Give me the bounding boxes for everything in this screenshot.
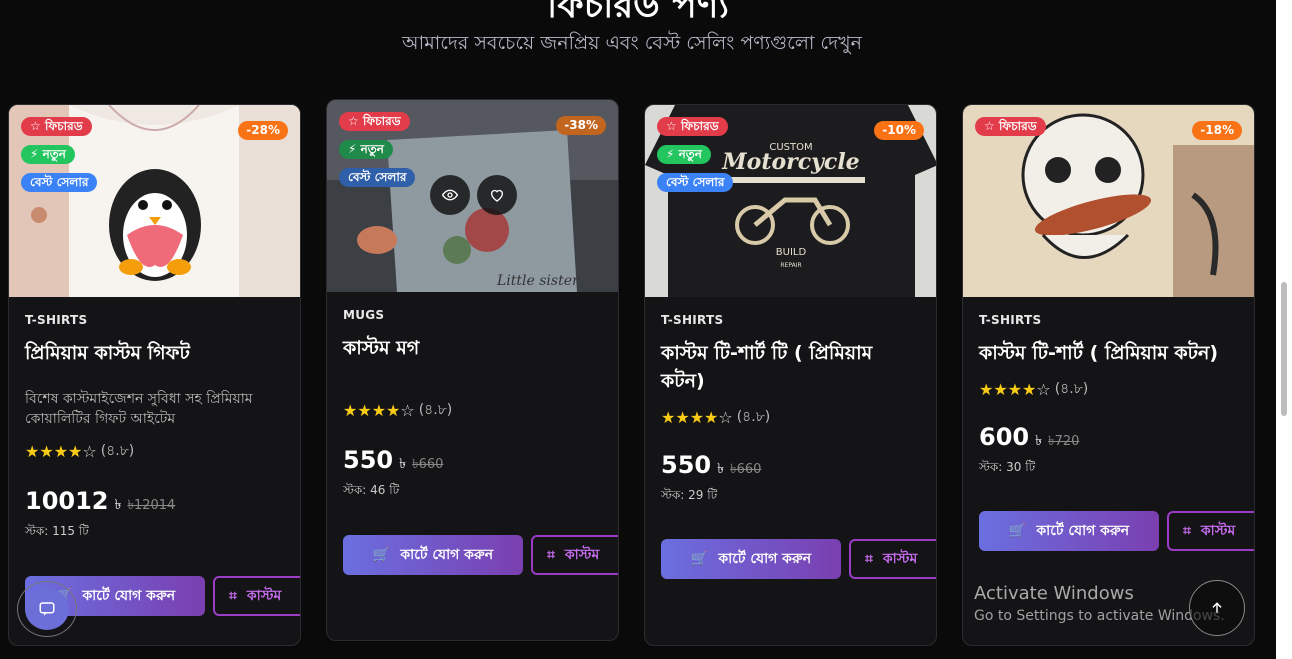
old-price: ৳12014 [127, 498, 176, 513]
product-image[interactable]: ☆ ফিচারড -18% [963, 105, 1254, 297]
scrollbar-thumb[interactable] [1281, 282, 1287, 416]
product-name[interactable]: কাস্টম মগ [343, 334, 602, 362]
currency-symbol: ৳ [1035, 433, 1043, 449]
chat-bubble [25, 588, 69, 630]
product-price: 600 [979, 423, 1030, 451]
price-row: 550 ৳ ৳660 [343, 446, 602, 476]
lightning-icon: ⚡ [348, 142, 357, 156]
product-name[interactable]: প্রিমিয়াম কাস্টম গিফট [25, 339, 284, 367]
rating-stars-icon: ★★★★☆ [979, 379, 1051, 399]
stock-count: স্টক: 115 টি [25, 524, 89, 538]
windows-activation-subtitle: Go to Settings to activate Windows. [974, 608, 1225, 624]
quick-view-button[interactable] [430, 175, 470, 215]
currency-symbol: ৳ [114, 497, 122, 513]
customize-icon: ⌗ [1183, 523, 1191, 539]
product-category: T-SHIRTS [661, 313, 724, 327]
product-image[interactable]: ☆ ফিচারড ⚡ নতুন বেস্ট সেলার -28% [9, 105, 300, 297]
old-price: ৳660 [412, 457, 444, 472]
customize-button[interactable]: ⌗ কাস্টম [1167, 511, 1254, 551]
arrow-up-icon [1212, 602, 1222, 613]
chat-icon [39, 602, 55, 616]
stock-count: স্টক: 46 টি [343, 483, 400, 497]
cart-icon: 🛒 [1008, 523, 1027, 539]
stock-count: স্টক: 29 টি [661, 488, 718, 502]
product-rating: ★★★★☆ (৪.৮) [661, 407, 771, 427]
heart-icon [491, 189, 503, 202]
product-name[interactable]: কাস্টম টি-শার্ট ( প্রিমিয়াম কটন) [979, 339, 1238, 367]
cart-icon: 🛒 [372, 547, 391, 563]
rating-stars-icon: ★★★★☆ [343, 400, 415, 420]
star-icon: ☆ [984, 119, 995, 133]
new-badge: ⚡ নতুন [657, 145, 711, 164]
product-card[interactable]: ☆ ফিচারড ⚡ নতুন বেস্ট সেলার -28% T-SHIRT… [8, 104, 301, 646]
chat-button[interactable] [17, 581, 77, 637]
featured-badge: ☆ ফিচারড [975, 117, 1046, 136]
star-icon: ☆ [348, 114, 359, 128]
customize-icon: ⌗ [229, 588, 237, 604]
best-seller-badge: বেস্ট সেলার [339, 168, 416, 187]
add-to-cart-button[interactable]: 🛒কার্টে যোগ করুন [979, 511, 1159, 551]
product-category: MUGS [343, 308, 385, 322]
best-seller-badge: বেস্ট সেলার [21, 173, 98, 192]
product-image[interactable]: CUSTOM Motorcycle BUILD REPAIR ☆ ফিচারড … [645, 105, 936, 297]
product-rating: ★★★★☆ (৪.৮) [979, 379, 1089, 399]
stock-count: স্টক: 30 টি [979, 460, 1036, 474]
shirt-text-main: Motorcycle [721, 149, 859, 175]
discount-badge: -18% [1192, 121, 1242, 140]
windows-activation-title: Activate Windows [974, 583, 1134, 604]
old-price: ৳660 [730, 462, 762, 477]
rating-stars-icon: ★★★★☆ [661, 407, 733, 427]
star-icon: ☆ [30, 119, 41, 133]
wishlist-button[interactable] [477, 175, 517, 215]
cart-icon: 🛒 [690, 551, 709, 567]
scroll-to-top-button[interactable] [1189, 580, 1245, 636]
product-card[interactable]: ☆ ফিচারড -18% T-SHIRTS কাস্টম টি-শার্ট (… [962, 104, 1255, 646]
shirt-text-sub: REPAIR [780, 262, 801, 269]
discount-badge: -38% [556, 116, 606, 135]
customize-button[interactable]: ⌗ কাস্টম [213, 576, 300, 616]
price-row: 600 ৳ ৳720 [979, 423, 1238, 453]
old-price: ৳720 [1048, 434, 1080, 449]
product-category: T-SHIRTS [25, 313, 88, 327]
mug-caption: Little sister [496, 273, 580, 289]
product-description: বিশেষ কাস্টমাইজেশন সুবিধা সহ প্রিমিয়াম … [25, 391, 253, 427]
product-card[interactable]: CUSTOM Motorcycle BUILD REPAIR ☆ ফিচারড … [644, 104, 937, 646]
eye-icon [442, 189, 458, 201]
featured-badge: ☆ ফিচারড [657, 117, 728, 136]
section-subtitle: আমাদের সবচেয়ে জনপ্রিয় এবং বেস্ট সেলিং … [402, 32, 862, 54]
product-price: 10012 [25, 487, 109, 515]
new-badge: ⚡ নতুন [21, 145, 75, 164]
featured-badge: ☆ ফিচারড [21, 117, 92, 136]
product-card[interactable]: Little sister ☆ ফিচারড ⚡ নতুন বেস্ট সেলা… [326, 99, 619, 641]
add-to-cart-button[interactable]: 🛒কার্টে যোগ করুন [661, 539, 841, 579]
product-rating: ★★★★☆ (৪.৮) [25, 441, 135, 461]
customize-icon: ⌗ [547, 547, 555, 563]
lightning-icon: ⚡ [666, 147, 675, 161]
price-row: 550 ৳ ৳660 [661, 451, 920, 481]
product-category: T-SHIRTS [979, 313, 1042, 327]
star-icon: ☆ [666, 119, 677, 133]
product-price: 550 [661, 451, 712, 479]
customize-button[interactable]: ⌗ কাস্টম [531, 535, 618, 575]
discount-badge: -28% [238, 121, 288, 140]
product-image[interactable]: Little sister ☆ ফিচারড ⚡ নতুন বেস্ট সেলা… [327, 100, 618, 292]
currency-symbol: ৳ [717, 461, 725, 477]
add-to-cart-button[interactable]: 🛒কার্টে যোগ করুন [343, 535, 523, 575]
best-seller-badge: বেস্ট সেলার [657, 173, 734, 192]
shirt-text-bottom: BUILD [776, 247, 807, 258]
product-price: 550 [343, 446, 394, 474]
discount-badge: -10% [874, 121, 924, 140]
rating-stars-icon: ★★★★☆ [25, 441, 97, 461]
product-rating: ★★★★☆ (৪.৮) [343, 400, 453, 420]
lightning-icon: ⚡ [30, 147, 39, 161]
product-name[interactable]: কাস্টম টি-শার্ট টি ( প্রিমিয়াম কটন) [661, 339, 920, 395]
featured-badge: ☆ ফিচারড [339, 112, 410, 131]
new-badge: ⚡ নতুন [339, 140, 393, 159]
customize-button[interactable]: ⌗ কাস্টম [849, 539, 936, 579]
price-row: 10012 ৳ ৳12014 [25, 487, 284, 517]
customize-icon: ⌗ [865, 551, 873, 567]
currency-symbol: ৳ [399, 456, 407, 472]
